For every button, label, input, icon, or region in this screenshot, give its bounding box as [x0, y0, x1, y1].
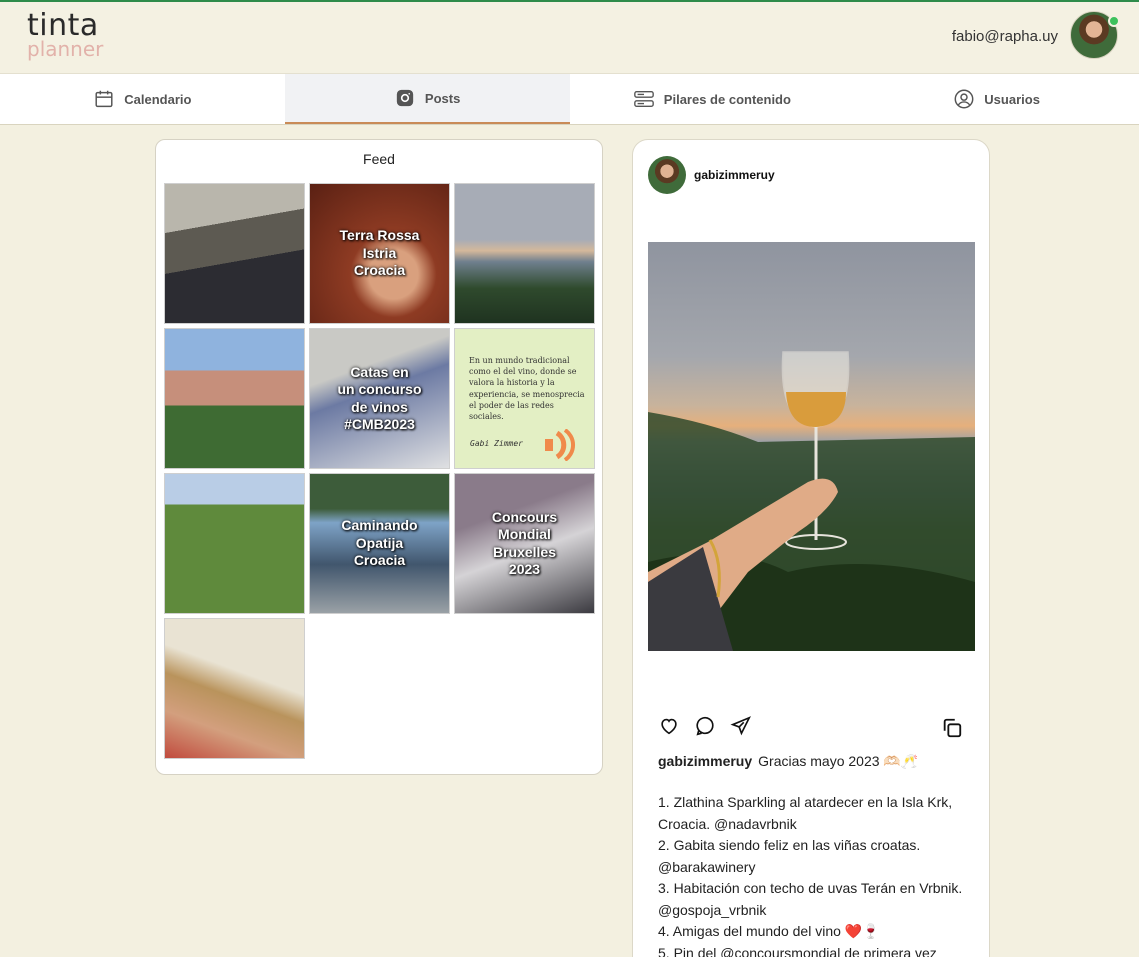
user-avatar-button[interactable] [1070, 11, 1120, 59]
tab-label: Posts [424, 90, 461, 106]
main-nav: Calendario Posts Pilares de contenido Us… [0, 73, 1139, 125]
feed-post-7[interactable] [164, 473, 305, 614]
feed-post-caption [165, 619, 304, 758]
feed-post-caption [455, 184, 594, 323]
feed-post-5[interactable]: Catas en un concurso de vinos #CMB2023 [309, 328, 450, 469]
caption-list: 1. Zlathina Sparkling al atardecer en la… [658, 794, 963, 957]
user-email: fabio@rapha.uy [951, 28, 1058, 45]
feed-post-caption: Concours Mondial Bruxelles 2023 [491, 508, 558, 578]
tab-label: Usuarios [984, 91, 1040, 107]
app-header: tinta planner fabio@rapha.uy [0, 2, 1139, 73]
app-logo[interactable]: tinta planner [27, 11, 104, 61]
online-status-dot [1108, 15, 1120, 27]
tab-calendario[interactable]: Calendario [0, 74, 285, 124]
brand-mark-icon [545, 429, 575, 461]
feed-post-8[interactable]: Caminando Opatija Croacia [309, 473, 450, 614]
server-stack-icon [633, 90, 654, 108]
feed-post-1[interactable] [164, 183, 305, 324]
post-username[interactable]: gabizimmeruy [694, 168, 775, 182]
feed-title: Feed [363, 151, 395, 167]
post-image [648, 242, 975, 651]
comment-icon[interactable] [694, 715, 716, 737]
feed-post-3[interactable] [454, 183, 595, 324]
user-circle-icon [954, 89, 974, 109]
copy-icon[interactable] [941, 717, 963, 739]
feed-post-caption [165, 184, 304, 323]
feed-post-caption: Terra Rossa Istria Croacia [339, 227, 420, 279]
logo-text-bottom: planner [27, 37, 104, 61]
feed-post-caption: Caminando Opatija Croacia [341, 517, 418, 569]
post-actions [658, 715, 968, 739]
post-avatar [648, 156, 686, 194]
caption-username[interactable]: gabizimmeruy [658, 753, 752, 769]
tab-usuarios[interactable]: Usuarios [854, 74, 1139, 124]
tab-posts[interactable]: Posts [284, 74, 570, 124]
tab-label: Calendario [124, 91, 192, 107]
post-caption: gabizimmeruy Gracias mayo 2023 🫶🏻🥂 [658, 751, 968, 773]
feed-post-caption [165, 329, 304, 468]
wine-glass-photo [648, 351, 975, 651]
feed-post-caption [165, 474, 304, 613]
calendar-icon [95, 90, 113, 108]
feed-post-9[interactable]: Concours Mondial Bruxelles 2023 [454, 473, 595, 614]
instagram-icon [396, 89, 414, 107]
feed-panel: Feed Terra Rossa Istria Croacia Catas en… [155, 139, 603, 775]
feed-post-caption: Catas en un concurso de vinos #CMB2023 [337, 363, 422, 433]
tab-pilares[interactable]: Pilares de contenido [570, 74, 855, 124]
feed-post-4[interactable] [164, 328, 305, 469]
feed-post-10[interactable] [164, 618, 305, 759]
post-preview: gabizimmeruy gabizimmeruy Gracias mayo 20 [632, 139, 990, 957]
caption-text: Gracias mayo 2023 🫶🏻🥂 [758, 753, 919, 769]
feed-post-6[interactable]: En un mundo tradicional como el del vino… [454, 328, 595, 469]
share-icon[interactable] [730, 715, 752, 737]
heart-icon[interactable] [658, 715, 680, 737]
quote-text: En un mundo tradicional como el del vino… [469, 356, 585, 421]
tab-label: Pilares de contenido [663, 91, 791, 107]
quote-signature: Gabi Zimmer [470, 439, 523, 448]
feed-post-2[interactable]: Terra Rossa Istria Croacia [309, 183, 450, 324]
